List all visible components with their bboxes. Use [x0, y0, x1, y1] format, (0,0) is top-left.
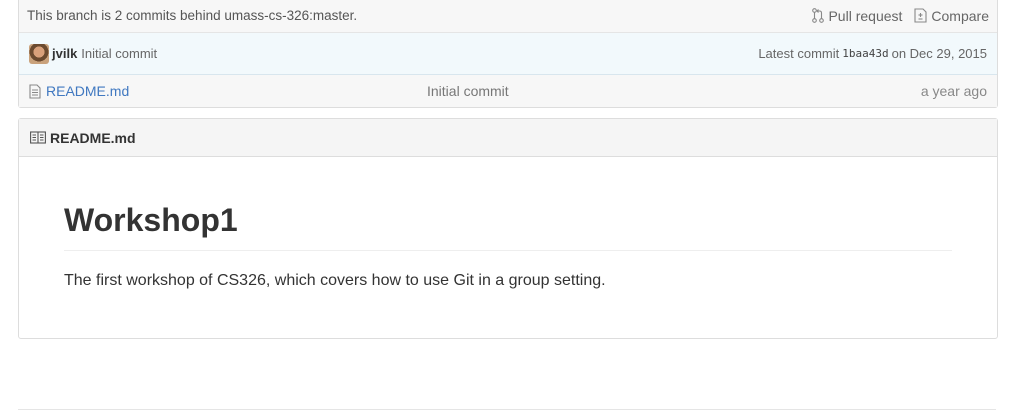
commit-date: on Dec 29, 2015 — [891, 46, 987, 61]
author-avatar[interactable] — [29, 43, 49, 64]
compare-label: Compare — [931, 7, 989, 24]
file-age: a year ago — [920, 83, 987, 99]
file-row: README.md Initial commit a year ago — [19, 75, 997, 107]
branch-status-text: This branch is 2 commits behind umass-cs… — [27, 8, 358, 23]
file-navigation-box: This branch is 2 commits behind umass-cs… — [18, 0, 998, 108]
file-icon — [29, 83, 41, 99]
compare-icon — [914, 8, 927, 23]
readme-paragraph: The first workshop of CS326, which cover… — [64, 271, 606, 289]
readme-content: Workshop1 The first workshop of CS326, w… — [19, 203, 997, 290]
readme-box: README.md Workshop1 The first workshop o… — [18, 118, 998, 339]
pull-request-label: Pull request — [828, 7, 903, 24]
readme-filename: README.md — [50, 129, 136, 146]
commit-sha-link[interactable]: 1baa43d — [842, 47, 888, 60]
readme-header: README.md — [19, 119, 997, 157]
file-name-cell: README.md — [29, 83, 427, 99]
file-commit-message-link[interactable]: Initial commit — [427, 83, 921, 99]
footer-divider — [18, 409, 996, 410]
pull-request-button[interactable]: Pull request — [812, 8, 902, 24]
file-name-link[interactable]: README.md — [46, 83, 129, 99]
commit-message-link[interactable]: Initial commit — [81, 46, 157, 61]
compare-button[interactable]: Compare — [914, 8, 989, 24]
pull-request-icon — [812, 8, 825, 23]
latest-commit-bar: jvilk Initial commit Latest commit 1baa4… — [19, 33, 997, 75]
branch-status-bar: This branch is 2 commits behind umass-cs… — [19, 0, 997, 33]
repository-page: This branch is 2 commits behind umass-cs… — [0, 0, 1012, 412]
commit-author-link[interactable]: jvilk — [52, 46, 77, 61]
readme-heading: Workshop1 — [64, 203, 952, 251]
latest-commit-label: Latest commit — [758, 46, 840, 61]
book-icon — [30, 131, 46, 144]
